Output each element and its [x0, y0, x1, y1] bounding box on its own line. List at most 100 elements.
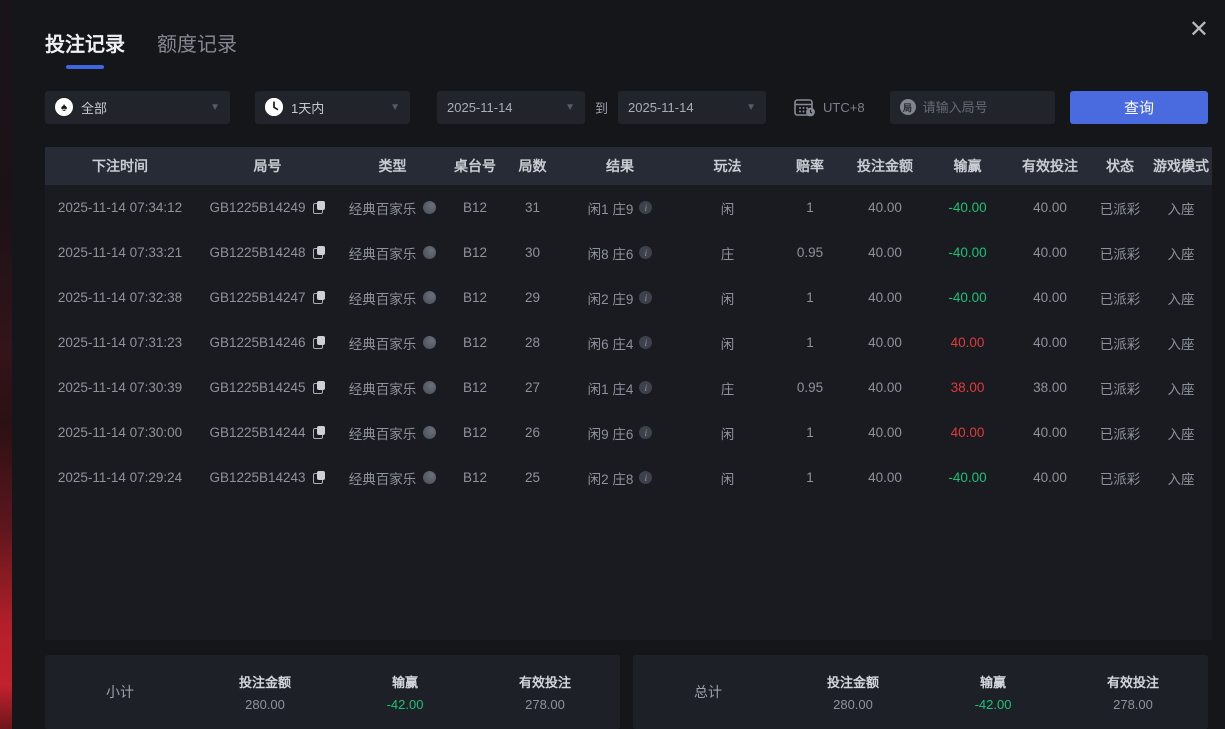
tab-bet-records[interactable]: 投注记录	[45, 28, 125, 67]
play-type: 闲	[720, 471, 735, 487]
game-type: 经典百家乐	[348, 201, 417, 217]
odds-value: 0.95	[796, 245, 824, 260]
total-bet-title: 投注金额	[826, 675, 879, 690]
bet-amount: 40.00	[868, 425, 902, 440]
copy-icon[interactable]	[312, 425, 326, 440]
game-mode: 入座	[1167, 471, 1195, 487]
table-row: 2025-11-14 07:29:24 GB1225B14243 经典百家乐 B…	[45, 455, 1212, 500]
subtotal-card: 小计 投注金额 280.00 输赢 -42.00 有效投注 278.00	[45, 655, 620, 729]
query-button[interactable]: 查询	[1070, 90, 1208, 124]
game-type: 经典百家乐	[348, 291, 417, 307]
round-id: GB1225B14244	[209, 425, 306, 440]
bet-time: 2025-11-14 07:32:38	[57, 290, 183, 305]
chevron-down-icon: ▼	[390, 101, 400, 113]
odds-value: 1	[806, 200, 814, 215]
replay-icon[interactable]	[423, 201, 437, 214]
table-body: 2025-11-14 07:34:12 GB1225B14249 经典百家乐 B…	[45, 185, 1212, 640]
table-number: B12	[462, 335, 488, 350]
round-count: 31	[524, 200, 541, 215]
chevron-down-icon: ▼	[565, 101, 575, 113]
info-icon[interactable]: i	[639, 246, 653, 259]
spade-glyph: ♠	[60, 100, 68, 114]
info-icon[interactable]: i	[639, 201, 653, 214]
subtotal-valid: 有效投注 278.00	[475, 672, 615, 712]
play-type: 庄	[720, 246, 735, 262]
result-text: 闲2 庄8	[587, 471, 634, 487]
copy-icon[interactable]	[312, 335, 326, 350]
valid-bet-amount: 40.00	[1033, 470, 1067, 485]
copy-icon[interactable]	[312, 245, 326, 260]
copy-icon[interactable]	[312, 290, 326, 305]
tab-quota-records[interactable]: 额度记录	[157, 28, 237, 67]
subtotal-valid-value: 278.00	[525, 697, 565, 712]
table-row: 2025-11-14 07:34:12 GB1225B14249 经典百家乐 B…	[45, 185, 1212, 230]
round-count: 30	[524, 245, 541, 260]
round-id: GB1225B14247	[209, 290, 306, 305]
status-badge: 已派彩	[1099, 471, 1141, 487]
odds-value: 1	[806, 335, 814, 350]
date-from-select[interactable]: 2025-11-14 ▼	[437, 90, 585, 124]
copy-icon[interactable]	[312, 380, 326, 395]
date-to-select[interactable]: 2025-11-14 ▼	[618, 90, 767, 124]
play-type: 闲	[720, 426, 735, 442]
subtotal-label: 小计	[106, 684, 134, 700]
game-type: 经典百家乐	[348, 246, 417, 262]
filter-bar: ♠ 全部 ▼ 1天内 ▼ 2025-11-14 ▼ 到 2025-11-14 ▼	[45, 90, 1208, 124]
bet-amount: 40.00	[868, 380, 902, 395]
round-id: GB1225B14249	[209, 200, 306, 215]
table-number: B12	[462, 200, 488, 215]
replay-icon[interactable]	[423, 426, 437, 439]
col-header: 局号	[253, 158, 282, 174]
table-row: 2025-11-14 07:31:23 GB1225B14246 经典百家乐 B…	[45, 320, 1212, 365]
copy-icon[interactable]	[312, 200, 326, 215]
play-type: 闲	[720, 201, 735, 217]
round-search-field[interactable]: 局	[889, 90, 1055, 124]
winloss-amount: -40.00	[948, 290, 987, 305]
info-icon[interactable]: i	[639, 471, 653, 484]
bet-time: 2025-11-14 07:29:24	[57, 470, 183, 485]
game-mode: 入座	[1167, 336, 1195, 352]
replay-icon[interactable]	[423, 336, 437, 349]
table-number: B12	[462, 470, 488, 485]
result-text: 闲2 庄9	[587, 291, 634, 307]
replay-icon[interactable]	[423, 246, 437, 259]
date-from-value: 2025-11-14	[447, 99, 513, 115]
result-text: 闲6 庄4	[587, 336, 634, 352]
info-icon[interactable]: i	[639, 381, 653, 394]
info-icon[interactable]: i	[639, 291, 653, 304]
game-type-select[interactable]: ♠ 全部 ▼	[45, 90, 230, 124]
close-icon[interactable]: ✕	[1189, 18, 1209, 42]
timezone-label: UTC+8	[823, 99, 865, 115]
round-number-icon: 局	[899, 99, 916, 115]
round-search-input[interactable]	[922, 99, 1045, 115]
bet-amount: 40.00	[868, 245, 902, 260]
col-header: 有效投注	[1022, 158, 1078, 174]
replay-icon[interactable]	[423, 471, 437, 484]
chevron-down-icon: ▼	[210, 101, 220, 113]
bet-amount: 40.00	[868, 200, 902, 215]
status-badge: 已派彩	[1099, 246, 1141, 262]
odds-value: 1	[806, 425, 814, 440]
odds-value: 1	[806, 290, 814, 305]
copy-icon[interactable]	[312, 470, 326, 485]
time-range-select[interactable]: 1天内 ▼	[255, 90, 410, 124]
round-count: 27	[524, 380, 541, 395]
col-header: 下注时间	[92, 158, 148, 174]
table-row: 2025-11-14 07:33:21 GB1225B14248 经典百家乐 B…	[45, 230, 1212, 275]
col-header: 赔率	[796, 158, 824, 174]
round-count: 29	[524, 290, 541, 305]
col-header: 输赢	[953, 158, 982, 174]
game-type: 经典百家乐	[348, 426, 417, 442]
replay-icon[interactable]	[423, 381, 437, 394]
status-badge: 已派彩	[1099, 336, 1141, 352]
status-badge: 已派彩	[1099, 426, 1141, 442]
col-header: 游戏模式	[1153, 158, 1209, 174]
col-header: 状态	[1106, 158, 1134, 174]
replay-icon[interactable]	[423, 291, 437, 304]
info-icon[interactable]: i	[639, 336, 653, 349]
bet-records-dialog: 投注记录 额度记录 ✕ ♠ 全部 ▼ 1天内 ▼ 2025-11-14 ▼ 到	[12, 0, 1225, 729]
subtotal-winloss: 输赢 -42.00	[335, 672, 475, 712]
game-mode: 入座	[1167, 201, 1195, 217]
chevron-down-icon: ▼	[746, 101, 757, 113]
info-icon[interactable]: i	[639, 426, 653, 439]
